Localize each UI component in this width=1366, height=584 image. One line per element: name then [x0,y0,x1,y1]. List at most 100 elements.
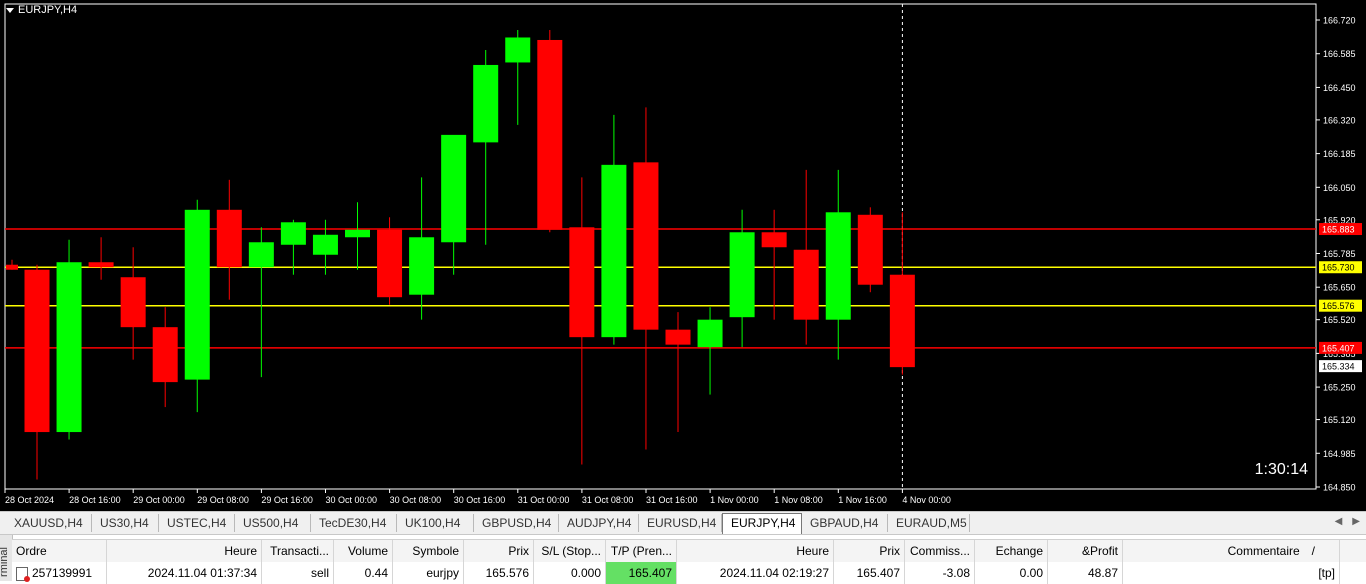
price-level-tag-text: 165.576 [1322,301,1355,311]
column-header[interactable]: Prix [464,540,534,562]
column-header[interactable]: Volume [334,540,393,562]
column-header[interactable]: &Profit [1048,540,1123,562]
chart-symbol-label[interactable]: EURJPY,H4 [6,4,77,16]
tab-us500-h4[interactable]: US500,H4 [235,514,311,532]
price-level-tag-text: 165.407 [1322,343,1355,353]
column-header[interactable]: Heure [107,540,262,562]
candle-body [697,319,723,348]
sell-order-icon [16,566,30,582]
price-axis-label: 165.120 [1323,415,1356,425]
candle-body [441,134,467,243]
tab-eurjpy-h4[interactable]: EURJPY,H4 [722,513,802,534]
price-axis-label: 166.450 [1323,83,1356,93]
column-header[interactable]: Echange [975,540,1048,562]
price-axis-label: 164.850 [1323,483,1356,493]
column-header[interactable]: S/L (Stop... [534,540,606,562]
time-axis-label: 28 Oct 2024 [5,495,54,505]
column-header[interactable]: T/P (Pren... [606,540,677,562]
time-axis-label: 28 Oct 16:00 [69,495,121,505]
time-axis-label: 29 Oct 16:00 [261,495,313,505]
column-header-label: Commentaire [1227,544,1300,558]
tab-eurusd-h4[interactable]: EURUSD,H4 [639,514,722,532]
tab-audjpy-h4[interactable]: AUDJPY,H4 [559,514,639,532]
terminal-side-label: rminal [0,547,10,577]
candle-body [473,64,499,143]
price-axis-label: 166.185 [1323,149,1356,159]
column-header[interactable]: Prix [834,540,905,562]
price-chart[interactable]: 166.720 166.585 166.450 166.320 166.185 166.0… [0,0,1366,511]
column-header[interactable]: Commiss... [905,540,975,562]
terminal-header-row: Ordre Heure Transacti... Volume Symbole Prix S… [12,539,1366,563]
tab-gbpaud-h4[interactable]: GBPAUD,H4 [802,514,888,532]
price-axis-label: 165.650 [1323,283,1356,293]
current-price-tag-text: 165.334 [1322,362,1355,372]
tab-ustec-h4[interactable]: USTEC,H4 [159,514,235,532]
candle-body [312,234,338,255]
candle-body [601,164,627,338]
candle-body [345,229,370,238]
price-axis-label: 165.250 [1323,383,1356,393]
price-axis-label: 166.720 [1323,16,1356,26]
time-axis-label: 30 Oct 00:00 [326,495,378,505]
price-axis-label: 165.785 [1323,249,1356,259]
tab-us30-h4[interactable]: US30,H4 [92,514,159,532]
price-axis-label: 164.985 [1323,449,1356,459]
price-axis-label: 166.050 [1323,183,1356,193]
candle-body [825,212,851,320]
candle-body [120,277,146,328]
time-axis-label: 30 Oct 08:00 [390,495,442,505]
chart-tabs-bar: XAUUSD,H4 US30,H4 USTEC,H4 US500,H4 TecDE30,… [0,511,1366,535]
time-axis-label: 29 Oct 00:00 [133,495,185,505]
tab-euraud-m5[interactable]: EURAUD,M5 [888,514,970,532]
candle-body [665,329,691,345]
candle-body [409,237,435,295]
candle-body [793,249,819,320]
tab-uk100-h4[interactable]: UK100,H4 [397,514,474,532]
tab-gbpusd-h4[interactable]: GBPUSD,H4 [474,514,559,532]
candle-body [729,232,755,318]
time-axis-label: 31 Oct 16:00 [646,495,698,505]
tab-tecde30-h4[interactable]: TecDE30,H4 [311,514,397,532]
candle-body [761,232,787,248]
candle-body [152,327,178,383]
time-axis-label: 1 Nov 16:00 [838,495,887,505]
candlestick-chart[interactable]: 166.720 166.585 166.450 166.320 166.185 166.0… [0,0,1366,511]
scroll-right-icon[interactable]: ▶ [1352,516,1360,527]
column-header[interactable]: Ordre [12,540,107,562]
tab-scroll-arrows[interactable]: ◀ ▶ [1335,516,1360,527]
chart-symbol-text: EURJPY,H4 [18,4,78,16]
time-axis-label: 29 Oct 08:00 [197,495,249,505]
price-level-tag-text: 165.730 [1322,263,1355,273]
candle-body [633,162,659,330]
column-header[interactable]: Transacti... [262,540,334,562]
dropdown-triangle-icon[interactable] [6,7,14,13]
column-header[interactable]: Symbole [393,540,464,562]
tab-xauusd-h4[interactable]: XAUUSD,H4 [6,514,92,532]
time-axis-label: 1 Nov 00:00 [710,495,759,505]
candle-body [857,214,883,285]
order-id-text: 257139991 [32,566,93,580]
candle-body [377,229,403,298]
time-axis-label: 1 Nov 08:00 [774,495,823,505]
time-axis-label: 4 Nov 00:00 [902,495,951,505]
candle-body [56,262,82,433]
candle-body [184,209,210,380]
scroll-left-icon[interactable]: ◀ [1335,516,1343,527]
candle-body [216,209,242,268]
time-axis-label: 31 Oct 00:00 [518,495,570,505]
sort-indicator-icon: / [1311,544,1315,558]
price-axis-label: 165.520 [1323,315,1356,325]
time-axis-label: 30 Oct 16:00 [454,495,506,505]
candle-body [6,264,18,270]
time-axis-label: 31 Oct 08:00 [582,495,634,505]
column-header[interactable]: Heure [677,540,834,562]
candle-body [24,269,50,433]
price-axis-label: 166.585 [1323,49,1356,59]
candle-body [88,262,114,268]
candle-body [889,274,915,368]
candle-body [569,227,595,338]
price-level-tag-text: 165.883 [1322,225,1355,235]
terminal-panel: rminal Ordre Heure Transacti... Volume Symbo… [0,535,1366,584]
price-axis-label: 166.320 [1323,115,1356,125]
column-header[interactable]: Commentaire / [1123,540,1340,562]
